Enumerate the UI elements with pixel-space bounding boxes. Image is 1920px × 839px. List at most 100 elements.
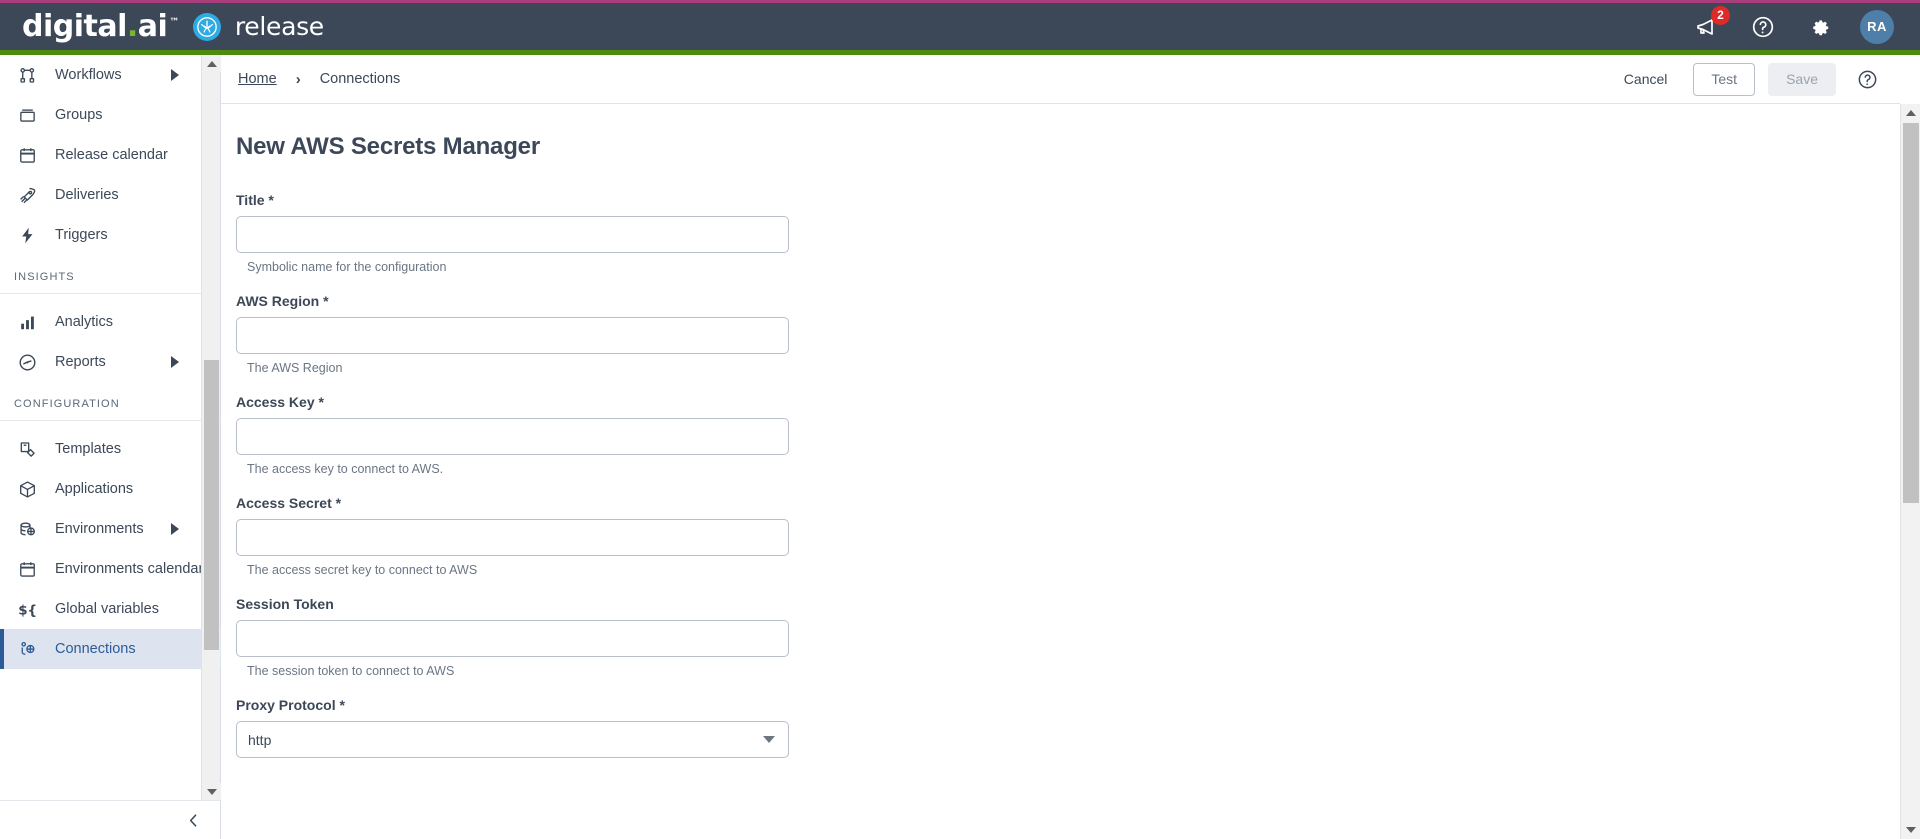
field-help-text: Symbolic name for the configuration <box>247 260 447 274</box>
sidebar-item-label: Workflows <box>55 67 122 83</box>
brand-logo[interactable]: digital.ai ™ release <box>0 8 324 44</box>
sidebar-item-templates[interactable]: Templates <box>0 429 221 469</box>
field-label-text: Proxy Protocol <box>236 697 336 713</box>
sidebar-scrollbar[interactable] <box>201 55 221 800</box>
cancel-button[interactable]: Cancel <box>1611 63 1681 96</box>
svg-text:${: ${ <box>18 603 37 618</box>
sidebar-item-analytics[interactable]: Analytics <box>0 302 221 342</box>
sidebar-scroll-up-button[interactable] <box>202 55 221 72</box>
title-input[interactable] <box>236 216 789 253</box>
sidebar-item-environments-calendar[interactable]: Environments calendar <box>0 549 221 589</box>
field-label: Title * <box>236 192 789 208</box>
settings-gear-icon[interactable] <box>1804 12 1834 42</box>
breadcrumb: Home › Connections <box>238 71 400 88</box>
proxy-protocol-select-wrapper: httphttps <box>236 721 789 758</box>
main-scroll-up-button[interactable] <box>1901 104 1920 122</box>
sidebar-item-label: Environments calendar <box>55 561 204 577</box>
help-icon[interactable] <box>1748 12 1778 42</box>
test-button[interactable]: Test <box>1693 62 1756 96</box>
sidebar-item-label: Environments <box>55 521 144 537</box>
chevron-right-icon <box>171 356 179 368</box>
sidebar-item-applications[interactable]: Applications <box>0 469 221 509</box>
save-button[interactable]: Save <box>1768 62 1836 96</box>
sidebar-item-global-variables[interactable]: ${ Global variables <box>0 589 221 629</box>
sidebar-item-reports[interactable]: Reports <box>0 342 221 382</box>
required-marker: * <box>318 394 324 410</box>
field-help-text: The session token to connect to AWS <box>247 664 455 678</box>
sidebar-item-workflows[interactable]: Workflows <box>0 55 221 95</box>
breadcrumb-separator-icon: › <box>295 70 301 88</box>
sidebar-item-connections[interactable]: Connections <box>0 629 221 669</box>
sidebar-item-label: Connections <box>55 641 136 657</box>
triangle-up-icon <box>1905 110 1916 116</box>
field-aws-region: AWS Region * The AWS Region <box>236 293 789 375</box>
gauge-icon <box>18 353 44 372</box>
announcements-icon[interactable]: 2 <box>1692 5 1730 42</box>
gear-glyph-icon <box>1812 20 1828 36</box>
page-header-bar: Home › Connections Cancel Test Save <box>221 55 1900 104</box>
field-help-text: The access key to connect to AWS. <box>247 462 444 476</box>
chevron-right-icon <box>171 69 179 81</box>
proxy-protocol-select[interactable]: httphttps <box>236 721 789 758</box>
connections-icon <box>18 640 44 659</box>
trademark-symbol: ™ <box>169 16 179 28</box>
sidebar-item-label: Release calendar <box>55 147 168 163</box>
workflows-icon <box>18 66 44 85</box>
sidebar-item-label: Global variables <box>55 601 159 617</box>
sidebar-item-label: Reports <box>55 354 106 370</box>
field-proxy-protocol: Proxy Protocol * httphttps <box>236 697 789 758</box>
field-help-text: The access secret key to connect to AWS <box>247 563 478 577</box>
digitalai-wordmark: digital.ai ™ <box>22 8 179 44</box>
field-session-token: Session Token The session token to conne… <box>236 596 789 678</box>
field-help-text: The AWS Region <box>247 361 343 375</box>
help-circle-icon[interactable] <box>1856 68 1878 90</box>
main-scrollbar-thumb[interactable] <box>1903 123 1919 503</box>
templates-icon <box>18 440 44 459</box>
digitalai-logo-text: digital.ai ™ <box>22 8 179 44</box>
variable-icon: ${ <box>18 600 44 619</box>
field-label-text: AWS Region <box>236 293 320 309</box>
chevron-right-icon <box>171 523 179 535</box>
sidebar-scroll-down-button[interactable] <box>202 783 221 800</box>
aws-region-input[interactable] <box>236 317 789 354</box>
lightning-icon <box>18 226 44 245</box>
field-label-text: Access Key <box>236 394 315 410</box>
field-access-secret: Access Secret * The access secret key to… <box>236 495 789 577</box>
sidebar-item-label: Analytics <box>55 314 114 330</box>
left-sidebar: Workflows Groups Release calendar Delive… <box>0 55 221 839</box>
page-title: New AWS Secrets Manager <box>236 133 540 160</box>
session-token-input[interactable] <box>236 620 789 657</box>
breadcrumb-home-link[interactable]: Home <box>238 71 277 87</box>
package-icon <box>18 480 44 499</box>
user-avatar[interactable]: RA <box>1860 9 1894 44</box>
sidebar-item-groups[interactable]: Groups <box>0 95 221 135</box>
sidebar-item-label: Templates <box>55 441 122 457</box>
access-secret-input[interactable] <box>236 519 789 556</box>
sidebar-item-environments[interactable]: Environments <box>0 509 221 549</box>
form-scroll-region: New AWS Secrets Manager Title * Symbolic… <box>221 104 1900 839</box>
connection-form: New AWS Secrets Manager Title * Symbolic… <box>221 104 1900 758</box>
sidebar-collapse-button[interactable] <box>0 800 220 839</box>
sidebar-item-label: Groups <box>55 107 103 123</box>
calendar-icon <box>18 560 44 579</box>
field-label: AWS Region * <box>236 293 789 309</box>
field-access-key: Access Key * The access key to connect t… <box>236 394 789 476</box>
triangle-up-icon <box>206 60 217 67</box>
access-key-input[interactable] <box>236 418 789 455</box>
sidebar-scrollbar-thumb[interactable] <box>204 360 219 650</box>
sidebar-item-deliveries[interactable]: Deliveries <box>0 175 221 215</box>
main-scrollbar[interactable] <box>1900 104 1920 839</box>
header-action-buttons: Cancel Test Save <box>1611 62 1878 96</box>
sidebar-section-insights: INSIGHTS <box>0 255 221 294</box>
breadcrumb-current: Connections <box>319 71 401 87</box>
groups-icon <box>18 106 44 125</box>
field-label-text: Access Secret <box>236 495 332 511</box>
required-marker: * <box>323 293 329 309</box>
main-scroll-down-button[interactable] <box>1901 821 1920 839</box>
environments-icon <box>18 520 44 539</box>
field-label: Proxy Protocol * <box>236 697 789 713</box>
sidebar-item-release-calendar[interactable]: Release calendar <box>0 135 221 175</box>
sidebar-item-triggers[interactable]: Triggers <box>0 215 221 255</box>
release-glyph-icon <box>196 16 217 37</box>
